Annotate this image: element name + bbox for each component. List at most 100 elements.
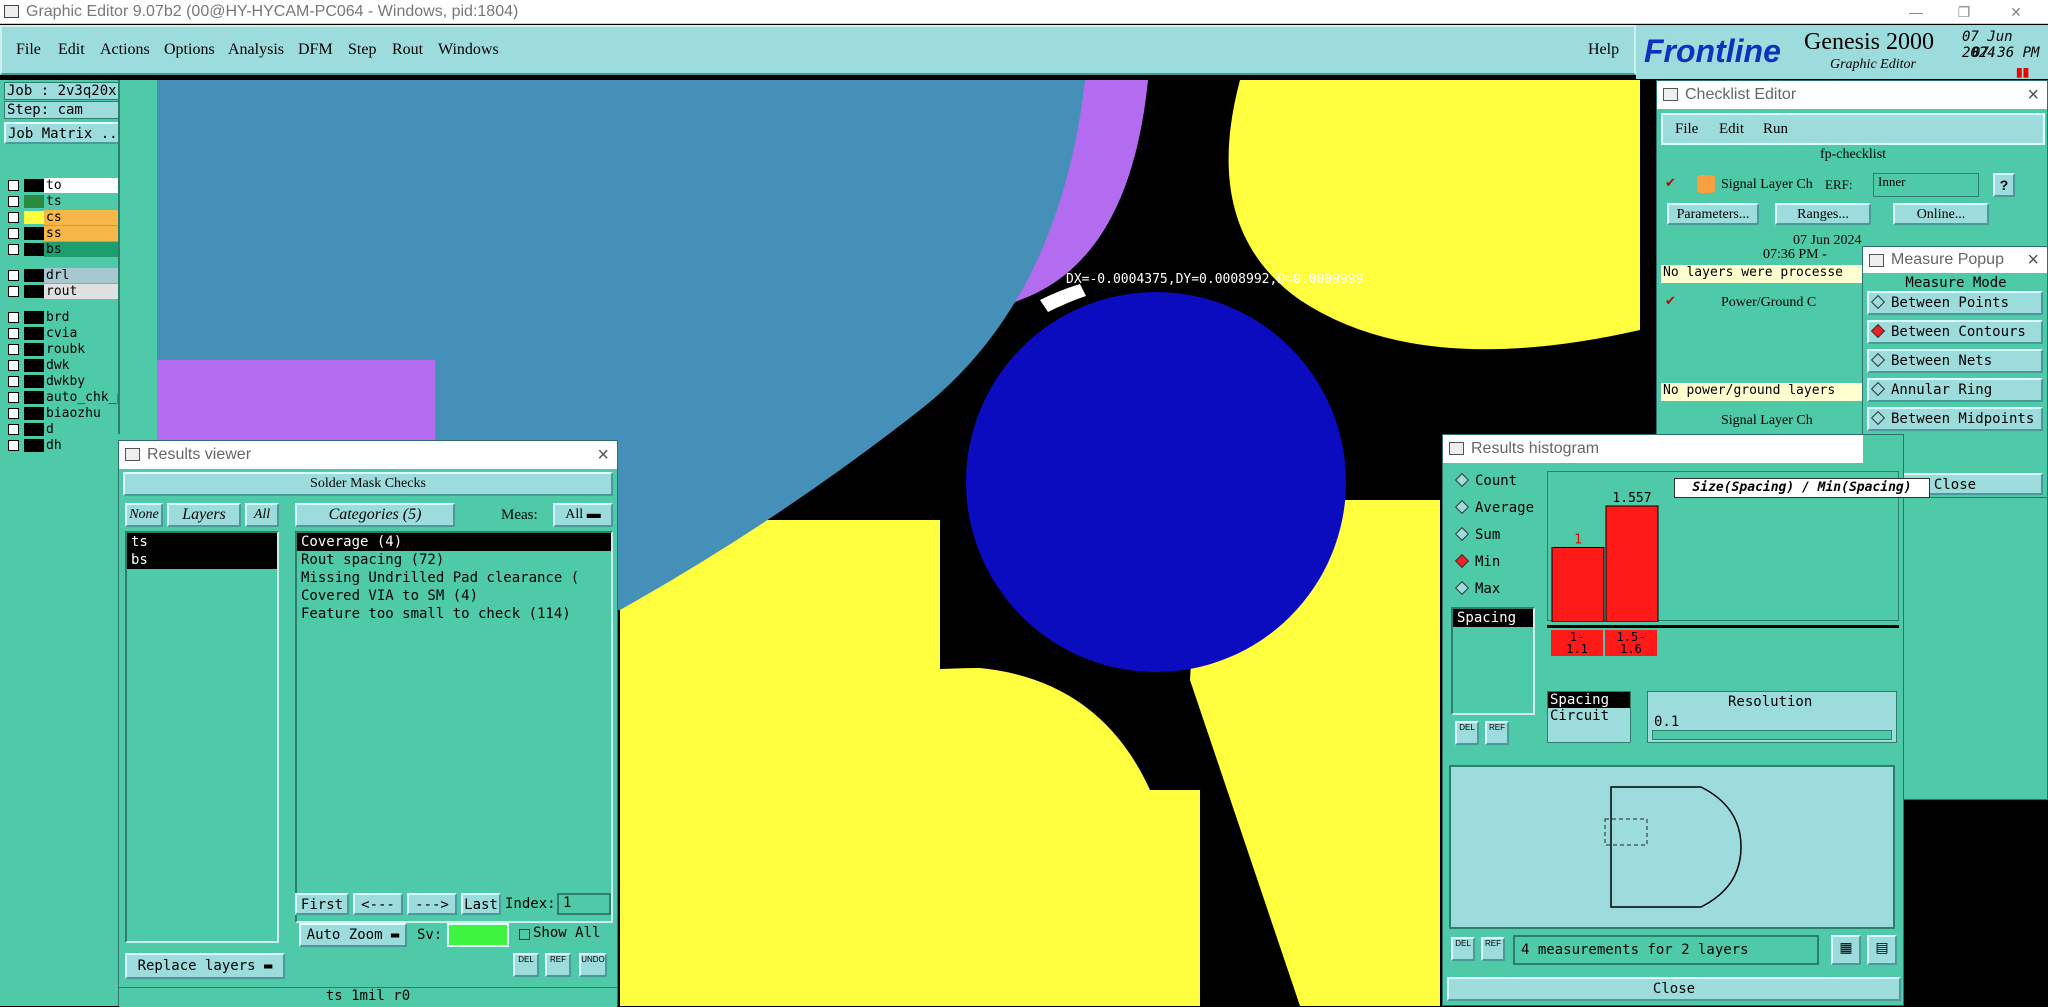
list-item[interactable]: Missing Undrilled Pad clearance ( [297,569,611,587]
layer-checkbox[interactable] [8,408,19,419]
layer-checkbox[interactable] [8,180,19,191]
del-icon[interactable]: DEL [1451,937,1475,961]
layer-checkbox[interactable] [8,196,19,207]
layer-row[interactable]: brd [6,310,124,325]
menu-step[interactable]: Step [348,41,376,59]
layer-checkbox[interactable] [8,440,19,451]
menu-options[interactable]: Options [164,41,215,59]
del-icon[interactable]: DEL [1455,721,1479,745]
checklist-menu-file[interactable]: File [1675,121,1698,138]
histogram-close-button[interactable]: Close [1447,977,1901,1001]
measure-mode-option[interactable]: Between Points [1867,291,2043,315]
group-list[interactable]: Spacing Circuit [1547,691,1631,743]
layer-row[interactable]: rout [6,284,124,299]
close-icon[interactable]: × [2027,81,2039,109]
measure-mode-option[interactable]: Between Midpoints [1867,407,2043,431]
layer-row[interactable]: d [6,422,124,437]
list-item[interactable]: bs [127,551,277,569]
check-mark-icon[interactable]: ✔ [1665,293,1676,309]
histogram-list[interactable]: Spacing [1451,607,1535,715]
first-button[interactable]: First [295,893,349,915]
chart-settings-icon[interactable]: ▤ [1867,935,1897,965]
index-input[interactable]: 1 [557,893,611,915]
close-button[interactable]: ✕ [1996,0,2036,24]
layer-checkbox[interactable] [8,392,19,403]
layer-row[interactable]: dh [6,438,124,453]
layer-row[interactable]: dwk [6,358,124,373]
layers-list[interactable]: ts bs [125,531,279,943]
layer-row[interactable]: cs [6,210,124,225]
layers-button[interactable]: Layers [167,503,241,527]
layer-row[interactable]: biaozhu [6,406,124,421]
auto-zoom-dropdown[interactable]: Auto Zoom ▬ [299,923,407,947]
layer-row[interactable]: cvia [6,326,124,341]
erf-input[interactable]: Inner [1873,173,1979,197]
layer-row[interactable]: dwkby [6,374,124,389]
stat-radio[interactable]: Sum [1454,526,1500,543]
resolution-slider[interactable] [1652,730,1892,740]
layer-checkbox[interactable] [8,244,19,255]
group-item-spacing[interactable]: Spacing [1548,692,1630,708]
menu-help[interactable]: Help [1588,41,1619,59]
layer-checkbox[interactable] [8,270,19,281]
measure-mode-option[interactable]: Between Nets [1867,349,2043,373]
layer-checkbox[interactable] [8,344,19,355]
show-all-checkbox[interactable] [519,929,530,940]
restore-button[interactable]: ❐ [1944,0,1984,24]
layer-checkbox[interactable] [8,328,19,339]
layer-checkbox[interactable] [8,228,19,239]
layer-row[interactable]: drl [6,268,124,283]
menu-actions[interactable]: Actions [100,41,150,59]
stat-radio[interactable]: Max [1454,580,1500,597]
checklist-menu-edit[interactable]: Edit [1719,121,1744,138]
list-item[interactable]: ts [127,533,277,551]
minimize-button[interactable]: — [1896,0,1936,24]
menu-analysis[interactable]: Analysis [228,41,284,59]
close-icon[interactable]: × [2027,247,2039,273]
chart-icon[interactable]: ▦ [1831,935,1861,965]
measure-mode-option[interactable]: Annular Ring [1867,378,2043,402]
prev-button[interactable]: <--- [353,893,403,915]
ref-icon[interactable]: REF [545,953,571,977]
all-button[interactable]: All [245,503,279,527]
layer-checkbox[interactable] [8,286,19,297]
list-item[interactable]: Rout spacing (72) [297,551,611,569]
menu-rout[interactable]: Rout [392,41,423,59]
check-mark-icon[interactable]: ✔ [1665,175,1676,191]
last-button[interactable]: Last [461,893,501,915]
close-icon[interactable]: × [597,441,609,469]
layer-row[interactable]: roubk [6,342,124,357]
menu-edit[interactable]: Edit [58,41,85,59]
layer-checkbox[interactable] [8,312,19,323]
layer-row[interactable]: ts [6,194,124,209]
layer-checkbox[interactable] [8,424,19,435]
meas-dropdown[interactable]: All ▬ [553,503,613,527]
checklist-menu-run[interactable]: Run [1763,121,1788,138]
list-item[interactable]: Covered VIA to SM (4) [297,587,611,605]
layer-row[interactable]: auto_chk_pn [6,390,132,405]
list-item[interactable]: Feature too small to check (114) [297,605,611,623]
menu-file[interactable]: File [16,41,41,59]
measure-mode-option[interactable]: Between Contours [1867,320,2043,344]
del-icon[interactable]: DEL [513,953,539,977]
layer-row[interactable]: ss [6,226,124,241]
categories-button[interactable]: Categories (5) [295,503,455,527]
list-item[interactable]: Spacing [1453,609,1533,627]
parameters-button[interactable]: Parameters... [1667,203,1759,225]
menu-windows[interactable]: Windows [438,41,499,59]
layer-checkbox[interactable] [8,212,19,223]
list-item[interactable]: Coverage (4) [297,533,611,551]
stat-radio[interactable]: Count [1454,472,1517,489]
layer-checkbox[interactable] [8,360,19,371]
ref-icon[interactable]: REF [1485,721,1509,745]
stat-radio[interactable]: Min [1454,553,1500,570]
replace-layers-dropdown[interactable]: Replace layers ▬ [125,953,285,979]
ref-icon[interactable]: REF [1481,937,1505,961]
online-button[interactable]: Online... [1893,203,1989,225]
layer-row[interactable]: to [6,178,124,193]
layer-checkbox[interactable] [8,376,19,387]
help-icon[interactable]: ? [1993,173,2015,197]
next-button[interactable]: ---> [407,893,457,915]
undo-icon[interactable]: UNDO [579,953,607,977]
layer-row[interactable]: bs [6,242,124,257]
